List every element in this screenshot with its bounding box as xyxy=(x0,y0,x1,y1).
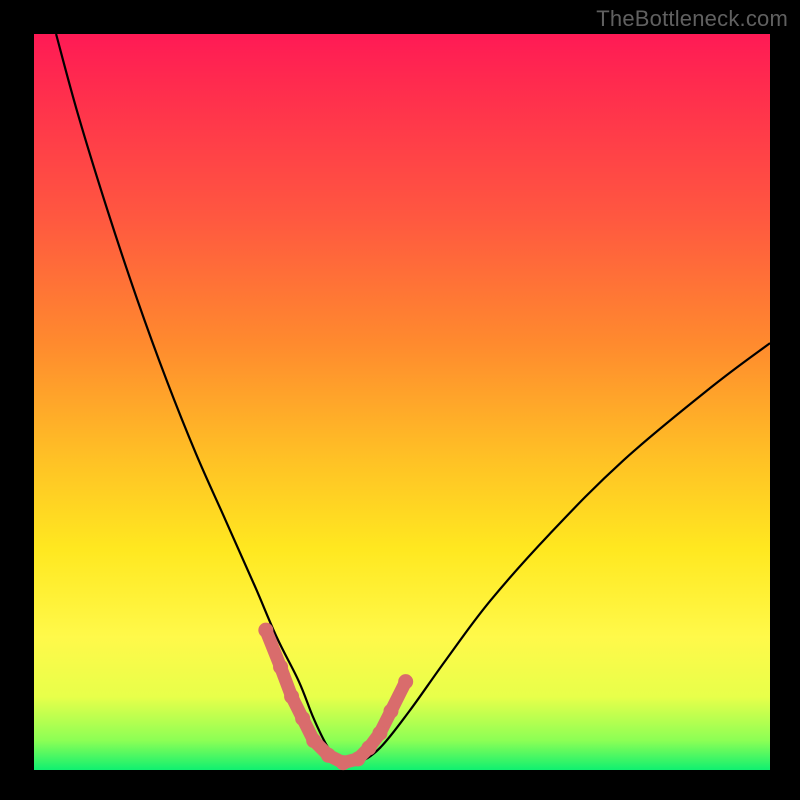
marker-dot xyxy=(306,733,321,748)
curve-svg xyxy=(34,34,770,770)
marker-dot xyxy=(361,740,376,755)
watermark-text: TheBottleneck.com xyxy=(596,6,788,32)
chart-frame: TheBottleneck.com xyxy=(0,0,800,800)
marker-dot xyxy=(284,689,299,704)
marker-dot xyxy=(336,755,351,770)
marker-dot xyxy=(398,674,413,689)
marker-dot xyxy=(383,704,398,719)
marker-dot xyxy=(350,751,365,766)
bottleneck-curve xyxy=(56,34,770,765)
marker-dot xyxy=(295,711,310,726)
plot-area xyxy=(34,34,770,770)
marker-dot xyxy=(258,623,273,638)
marker-dot xyxy=(372,726,387,741)
marker-dot xyxy=(321,748,336,763)
marker-dot xyxy=(273,659,288,674)
